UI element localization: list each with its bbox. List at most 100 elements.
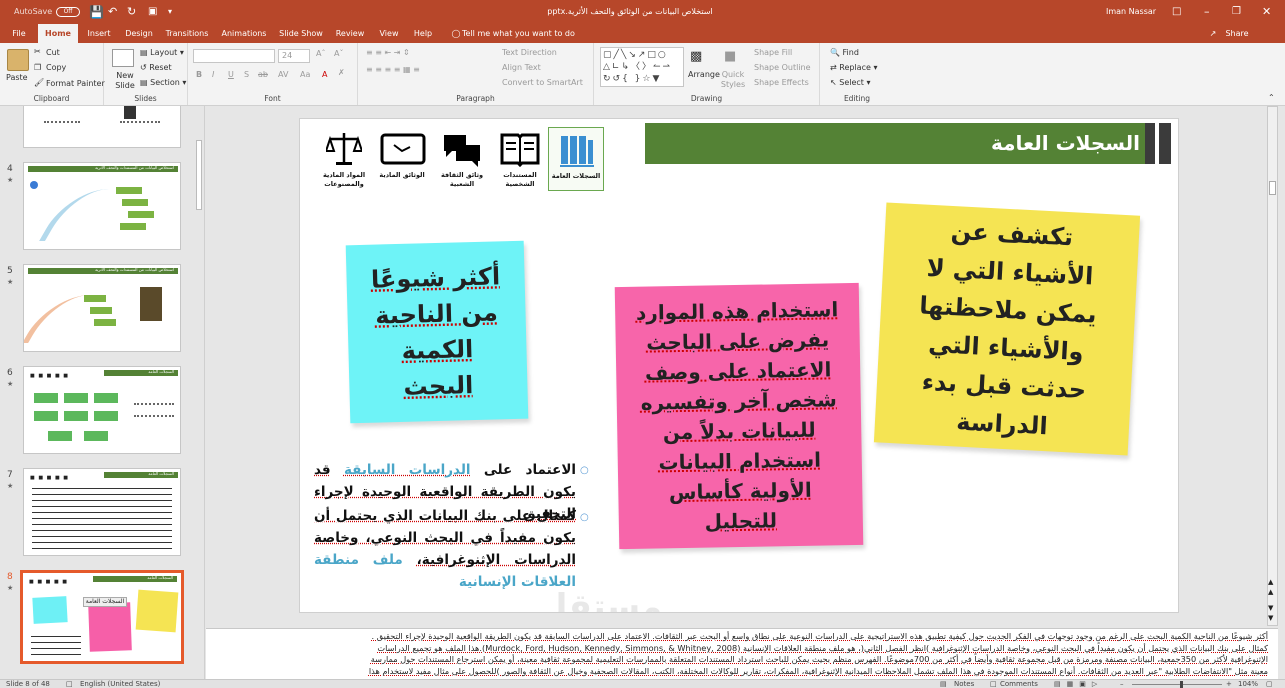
strikethrough-icon[interactable]: ab — [258, 70, 268, 79]
font-size-box[interactable]: 24 — [278, 49, 310, 63]
tell-me-search[interactable]: Tell me what you want to do — [462, 24, 582, 43]
cut-icon[interactable]: ✂ — [34, 47, 41, 56]
zoom-in-icon[interactable]: + — [1226, 680, 1232, 688]
share-icon[interactable]: ↗ — [1206, 24, 1220, 43]
physical-docs-icon-box[interactable]: الوثائق المادية — [374, 127, 430, 191]
customize-qat-icon[interactable]: ▾ — [168, 0, 172, 24]
tab-help[interactable]: Help — [410, 24, 436, 43]
align-text-button[interactable]: Align Text — [502, 63, 541, 72]
paste-button[interactable]: Paste — [6, 73, 28, 82]
text-direction-button[interactable]: Text Direction — [502, 48, 557, 57]
slide-title[interactable]: السجلات العامة — [900, 123, 1140, 164]
close-icon[interactable]: ✕ — [1262, 0, 1271, 24]
shape-outline-button[interactable]: Shape Outline — [754, 63, 811, 72]
slide-thumbnail-3[interactable] — [23, 106, 181, 148]
next-slide-icon[interactable]: ▼ ▼ — [1268, 603, 1273, 623]
arrange-button[interactable]: Arrange — [688, 70, 720, 79]
layout-button[interactable]: ▤ Layout ▾ — [140, 48, 184, 57]
new-slide-button[interactable]: New Slide — [112, 71, 138, 91]
reset-button[interactable]: ↺ Reset — [140, 63, 172, 72]
thumbnail-scrollbar[interactable] — [194, 106, 204, 679]
new-slide-icon[interactable] — [112, 49, 134, 67]
slide-thumbnail-4[interactable]: استخلاص البيانات من المستندات والتحف الأ… — [23, 162, 181, 250]
scrollbar-thumb[interactable] — [1269, 181, 1276, 195]
tab-slide-show[interactable]: Slide Show — [278, 24, 324, 43]
fit-to-window-icon[interactable]: ▢ — [1266, 680, 1273, 688]
previous-slide-icon[interactable]: ▲ ▲ — [1268, 577, 1273, 597]
format-painter-button[interactable]: Format Painter — [46, 79, 105, 88]
comments-icon[interactable]: □ — [990, 680, 997, 688]
collapse-ribbon-icon[interactable]: ⌃ — [1268, 93, 1275, 102]
notes-pane[interactable]: أكثر شيوعًا من الناحية الكمية البحث على … — [206, 628, 1278, 679]
bullet-2[interactable]: كمثال على بنك البيانات الذي يحتمل أن يكو… — [314, 505, 576, 593]
slide-thumbnail-7[interactable]: السجلات العامة ■ ■ ■ ■ ■ — [23, 468, 181, 556]
tab-view[interactable]: View — [376, 24, 402, 43]
personal-docs-icon-box[interactable]: المستندات الشخصية — [492, 127, 548, 191]
shadow-icon[interactable]: S — [244, 70, 249, 79]
tab-transitions[interactable]: Transitions — [164, 24, 210, 43]
smartart-button[interactable]: Convert to SmartArt — [502, 78, 583, 87]
save-icon[interactable]: 💾 — [89, 0, 104, 24]
format-painter-icon[interactable]: 🖌 — [34, 78, 44, 87]
decrease-font-icon[interactable]: Aˇ — [334, 49, 343, 58]
restore-icon[interactable]: ❐ — [1232, 0, 1241, 24]
char-spacing-icon[interactable]: AV — [278, 70, 288, 79]
bullets-icon[interactable]: ≡ ≡ ⇤ ⇥ ⇕ — [366, 48, 410, 57]
public-records-icon-box[interactable]: السجلات العامة — [548, 127, 604, 191]
replace-button[interactable]: ⇄ Replace ▾ — [830, 63, 877, 72]
change-case-icon[interactable]: Aa — [300, 70, 310, 79]
font-name-box[interactable] — [193, 49, 275, 63]
share-button[interactable]: Share — [1222, 24, 1252, 43]
underline-icon[interactable]: U — [228, 70, 234, 79]
view-buttons[interactable]: ▤▦▣▷ — [1054, 680, 1103, 688]
clear-formatting-icon[interactable]: ✗ — [338, 68, 345, 77]
artifacts-icon-box[interactable]: المواد المادية والمصنوعات — [316, 127, 372, 191]
notes-text[interactable]: أكثر شيوعًا من الناحية الكمية البحث على … — [210, 631, 1268, 677]
slide-thumbnail-5[interactable]: استخلاص البيانات من المستندات والتحف الأ… — [23, 264, 181, 352]
ribbon-display-options-icon[interactable]: □ — [1172, 0, 1181, 24]
sticky-note-cyan[interactable]: أكثر شيوعًا من الناحية الكمية البحث — [345, 240, 529, 424]
slide-thumbnail-6[interactable]: السجلات العامة ■ ■ ■ ■ ■ — [23, 366, 181, 454]
language-status[interactable]: English (United States) — [80, 680, 160, 688]
shape-effects-button[interactable]: Shape Effects — [754, 78, 809, 87]
tab-file[interactable]: File — [6, 24, 32, 43]
undo-icon[interactable]: ↶ — [108, 0, 117, 24]
cut-button[interactable]: Cut — [46, 48, 60, 57]
section-button[interactable]: ▤ Section ▾ — [140, 78, 186, 87]
increase-font-icon[interactable]: Aˆ — [316, 49, 325, 58]
editor-scrollbar[interactable]: ▲ ▲ ▼ ▼ — [1267, 106, 1278, 626]
paste-icon[interactable] — [7, 49, 29, 71]
tab-home[interactable]: Home — [38, 24, 78, 43]
start-from-beginning-icon[interactable]: ▣ — [148, 0, 157, 24]
spelling-icon[interactable]: □ — [66, 680, 73, 688]
tab-animations[interactable]: Animations — [218, 24, 270, 43]
redo-icon[interactable]: ↻ — [127, 0, 136, 24]
zoom-level[interactable]: 104% — [1238, 680, 1258, 688]
italic-icon[interactable]: I — [212, 70, 214, 79]
align-icons[interactable]: ≡ ≡ ≡ ≡ ▦ ≡ — [366, 65, 420, 74]
bold-icon[interactable]: B — [196, 70, 202, 79]
shape-fill-button[interactable]: Shape Fill — [754, 48, 792, 57]
sticky-note-pink[interactable]: استخدام هذه الموارد يفرض على الباحث الاع… — [614, 282, 864, 550]
tab-insert[interactable]: Insert — [84, 24, 114, 43]
scrollbar-thumb[interactable] — [196, 140, 202, 210]
slide-thumbnail-8[interactable]: السجلات العامة ■ ■ ■ ■ ■ السجلات العامة — [20, 570, 184, 664]
notes-icon[interactable]: ▤ — [940, 680, 947, 688]
find-button[interactable]: 🔍 Find — [830, 48, 859, 57]
copy-button[interactable]: Copy — [46, 63, 66, 72]
arrange-icon[interactable]: ▩ — [690, 49, 702, 64]
quick-styles-button[interactable]: Quick Styles — [720, 70, 746, 90]
user-name[interactable]: Iman Nassar — [1106, 0, 1156, 24]
zoom-slider[interactable] — [1132, 684, 1222, 685]
copy-icon[interactable]: ❐ — [34, 63, 41, 72]
font-color-icon[interactable]: A — [322, 70, 327, 79]
notes-button[interactable]: Notes — [954, 680, 974, 688]
minimize-icon[interactable]: – — [1204, 0, 1210, 24]
popular-culture-icon-box[interactable]: وثائق الثقافة الشعبية — [434, 127, 490, 191]
autosave-toggle[interactable]: Off — [56, 7, 80, 17]
sticky-note-yellow[interactable]: تكشف عن الأشياء التي لا يمكن ملاحظتها وا… — [873, 202, 1141, 456]
tab-review[interactable]: Review — [332, 24, 368, 43]
comments-button[interactable]: Comments — [1000, 680, 1038, 688]
zoom-out-icon[interactable]: – — [1120, 680, 1124, 688]
quick-styles-icon[interactable]: ■ — [724, 49, 736, 64]
